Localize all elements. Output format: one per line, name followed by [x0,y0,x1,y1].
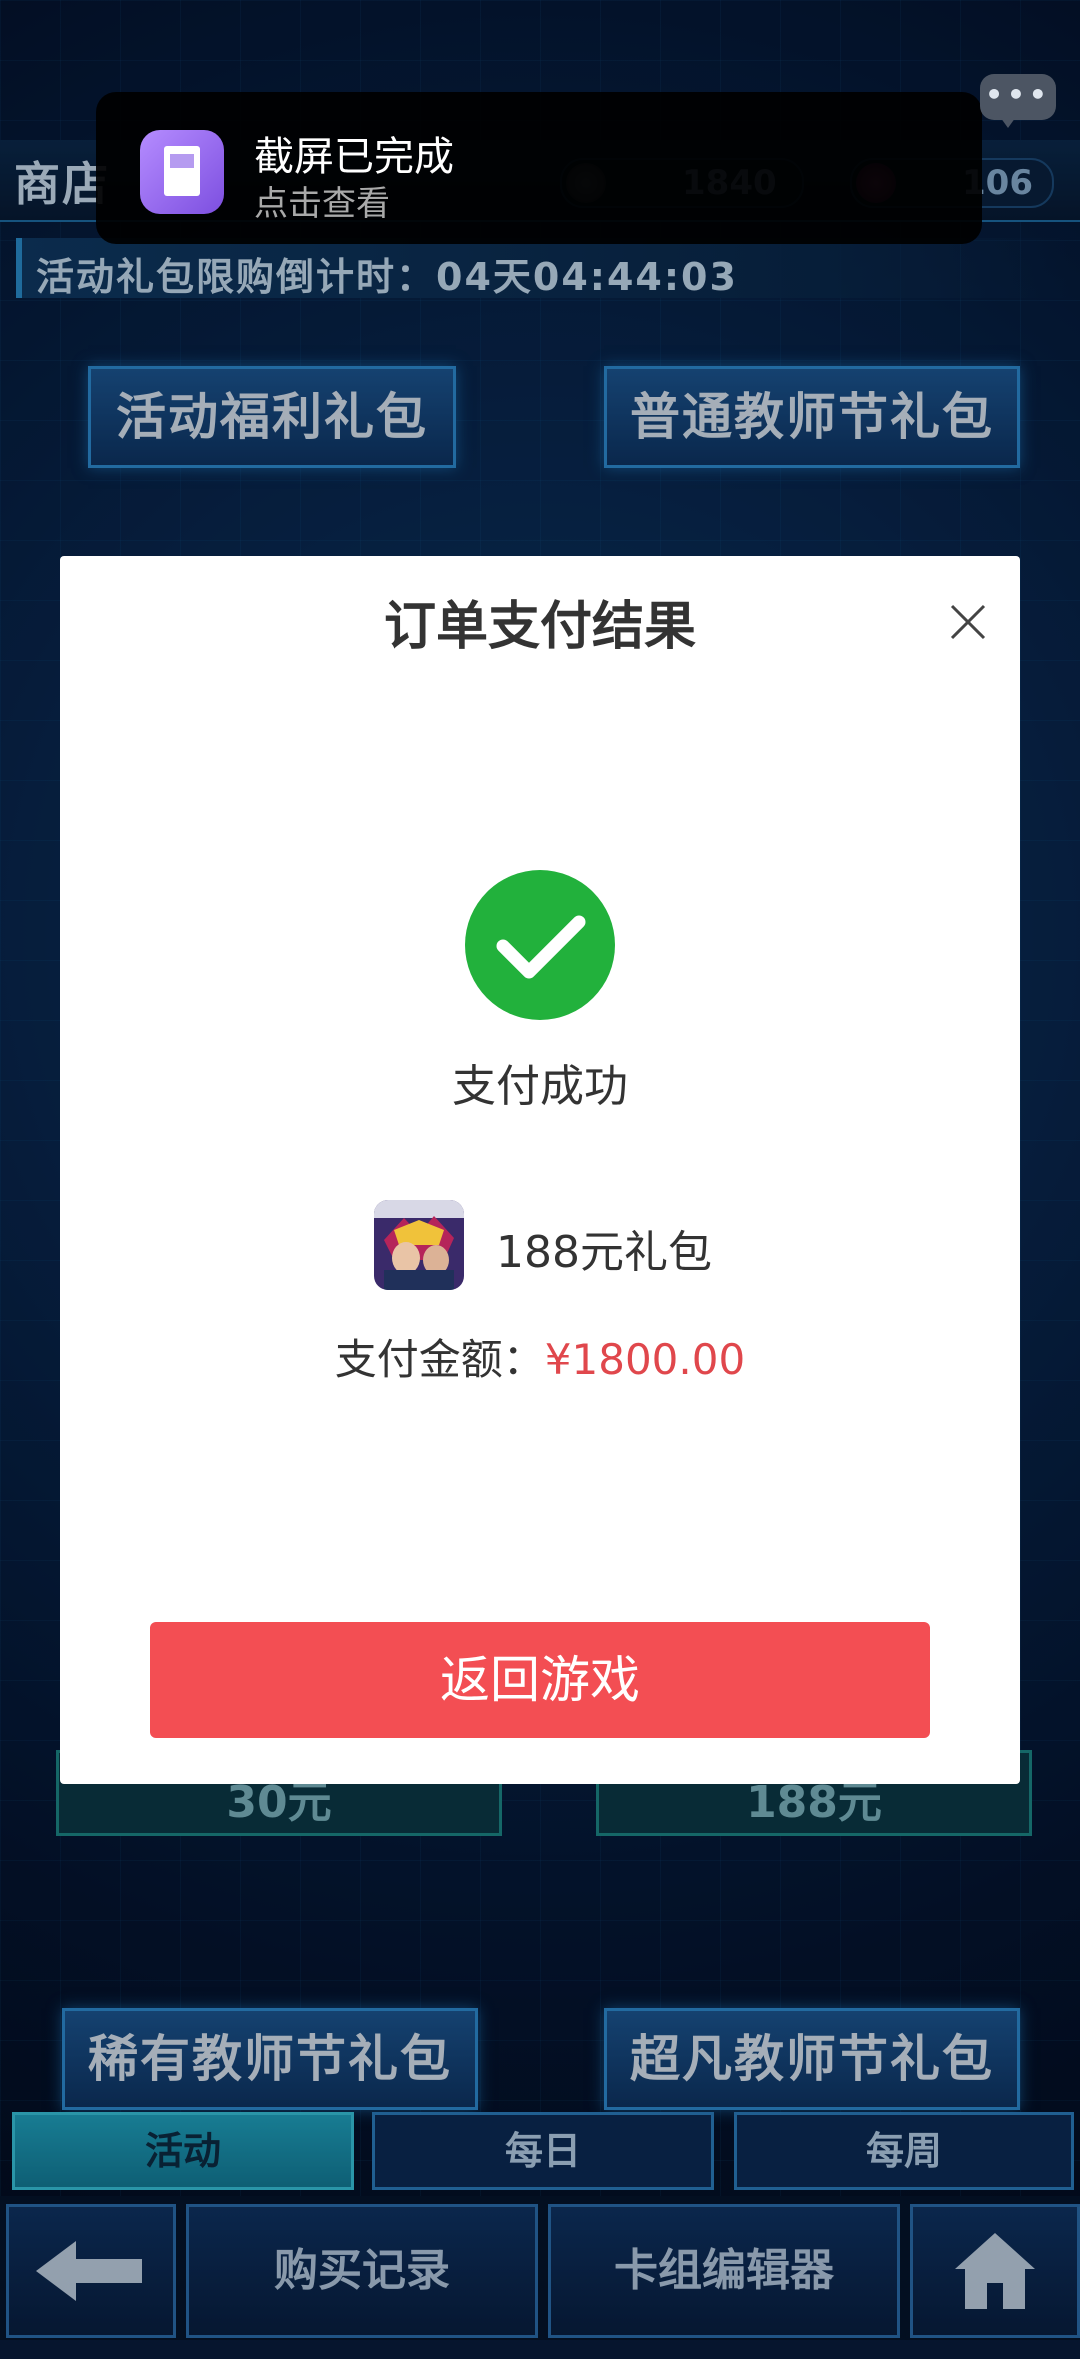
notification-subtitle: 点击查看 [254,184,390,224]
return-to-game-button[interactable]: 返回游戏 [150,1622,930,1738]
close-icon[interactable] [940,594,996,650]
notification-title: 截屏已完成 [254,134,454,180]
amount-label: 支付金额： [334,1335,545,1384]
item-name: 188元礼包 [496,1227,712,1278]
chat-icon[interactable]: ••• [980,74,1056,128]
dialog-title: 订单支付结果 [383,597,696,657]
screenshot-app-icon [140,130,224,214]
payment-status: 支付成功 [452,1061,628,1112]
success-check-icon [465,870,615,1020]
screenshot-notification[interactable] [96,92,982,244]
game-app-icon [374,1200,464,1290]
payment-result-dialog: 订单支付结果 支付成功 188元礼包 支付金额：¥1800.00 返回游戏 [60,556,1020,1784]
amount-value: ¥1800.00 [544,1335,746,1384]
payment-amount-row: 支付金额：¥1800.00 [60,1326,1020,1387]
